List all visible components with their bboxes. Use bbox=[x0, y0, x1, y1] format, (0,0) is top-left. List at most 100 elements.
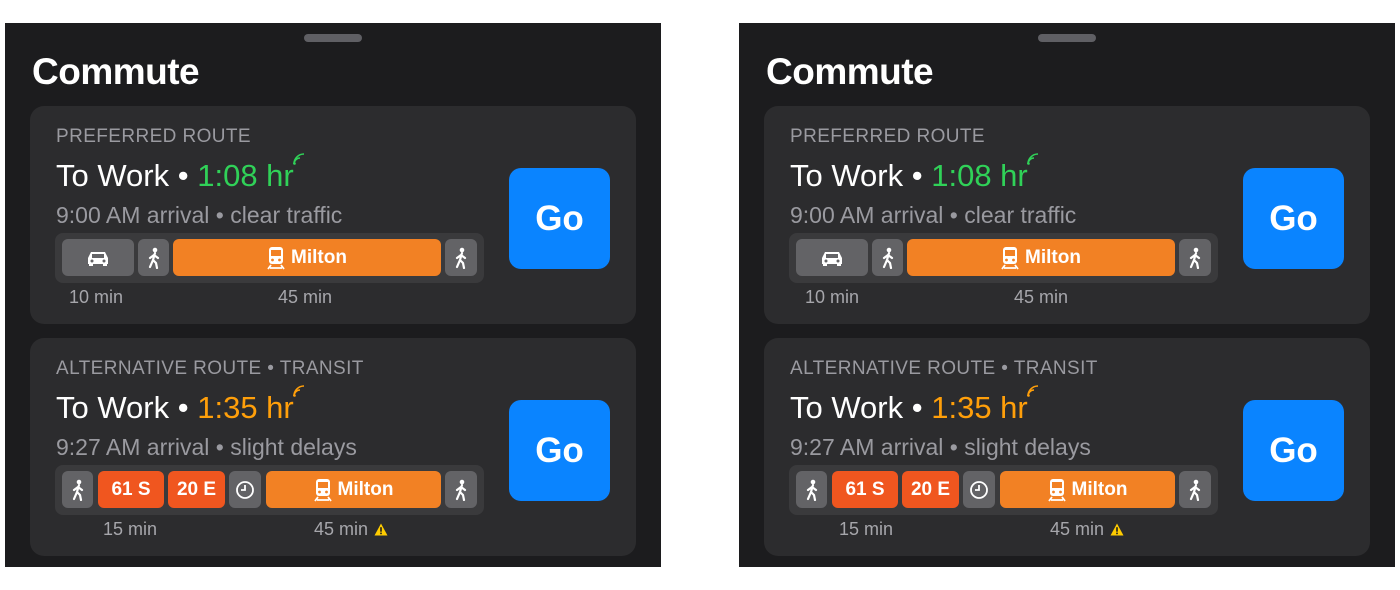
clock-icon bbox=[970, 480, 988, 499]
preferred-route-card[interactable]: PREFERRED ROUTE To Work • 1:08 hr 9:00 A… bbox=[30, 106, 636, 324]
arrival-time: 9:00 AM arrival bbox=[790, 202, 944, 228]
live-traffic-icon bbox=[292, 153, 304, 165]
train-icon bbox=[1001, 246, 1019, 270]
arrival-time: 9:00 AM arrival bbox=[56, 202, 210, 228]
train-line-label: Milton bbox=[1025, 246, 1081, 268]
go-button[interactable]: Go bbox=[1243, 168, 1344, 269]
route-steps: 61 S 20 E Milton bbox=[789, 465, 1218, 515]
segment-duration: 45 min bbox=[278, 287, 333, 307]
traffic-condition: slight delays bbox=[964, 434, 1091, 460]
walk-icon bbox=[72, 479, 83, 501]
walk-icon bbox=[882, 247, 893, 269]
route-headline: To Work • 1:08 hr bbox=[790, 153, 1038, 194]
widget-title: Commute bbox=[766, 51, 934, 92]
train-segment: Milton bbox=[907, 239, 1175, 276]
bus-segment: 61 S bbox=[832, 471, 898, 508]
bus-segment: 20 E bbox=[902, 471, 959, 508]
traffic-condition: clear traffic bbox=[230, 202, 343, 228]
drag-handle[interactable] bbox=[304, 34, 362, 42]
live-traffic-icon bbox=[1026, 153, 1038, 165]
traffic-condition: slight delays bbox=[230, 434, 357, 460]
walk-segment bbox=[1179, 471, 1211, 508]
go-button[interactable]: Go bbox=[509, 400, 610, 501]
separator-dot: • bbox=[949, 202, 958, 228]
segment-duration: 45 min bbox=[1014, 287, 1069, 307]
walk-segment bbox=[138, 239, 169, 276]
destination: To Work bbox=[790, 390, 904, 425]
destination: To Work bbox=[790, 158, 904, 193]
route-steps: Milton bbox=[789, 233, 1218, 283]
train-segment: Milton bbox=[173, 239, 441, 276]
live-traffic-icon bbox=[1026, 385, 1038, 397]
commute-widget-left: Commute PREFERRED ROUTE To Work • 1:08 h… bbox=[5, 23, 661, 567]
destination: To Work bbox=[56, 158, 170, 193]
walk-icon bbox=[148, 247, 159, 269]
walk-icon bbox=[1189, 247, 1201, 269]
segment-duration: 10 min bbox=[69, 287, 124, 307]
drag-handle[interactable] bbox=[1038, 34, 1096, 42]
segment-duration: 15 min bbox=[839, 519, 894, 539]
separator-dot: • bbox=[177, 158, 189, 193]
go-button[interactable]: Go bbox=[1243, 400, 1344, 501]
route-label: PREFERRED ROUTE bbox=[56, 126, 251, 147]
arrival-time: 9:27 AM arrival bbox=[56, 434, 210, 460]
arrival-info: 9:27 AM arrival • slight delays bbox=[790, 434, 1091, 461]
go-button[interactable]: Go bbox=[509, 168, 610, 269]
walk-icon bbox=[455, 479, 467, 501]
segment-duration: 45 min bbox=[314, 519, 388, 540]
live-traffic-icon bbox=[292, 385, 304, 397]
arrival-info: 9:00 AM arrival • clear traffic bbox=[790, 202, 1076, 229]
segment-duration: 15 min bbox=[103, 519, 158, 539]
route-label: ALTERNATIVE ROUTE • TRANSIT bbox=[790, 358, 1098, 379]
route-steps: Milton bbox=[55, 233, 484, 283]
route-headline: To Work • 1:35 hr bbox=[56, 385, 304, 426]
route-label: ALTERNATIVE ROUTE • TRANSIT bbox=[56, 358, 364, 379]
train-icon bbox=[1047, 478, 1066, 502]
wait-segment bbox=[963, 471, 995, 508]
walk-icon bbox=[1189, 479, 1201, 501]
train-segment: Milton bbox=[266, 471, 441, 508]
preferred-route-card[interactable]: PREFERRED ROUTE To Work • 1:08 hr 9:00 A… bbox=[764, 106, 1370, 324]
walk-segment bbox=[796, 471, 827, 508]
separator-dot: • bbox=[911, 158, 923, 193]
destination: To Work bbox=[56, 390, 170, 425]
walk-segment bbox=[445, 471, 477, 508]
car-icon bbox=[822, 251, 842, 266]
walk-segment bbox=[445, 239, 477, 276]
walk-segment bbox=[62, 471, 93, 508]
alternative-route-card[interactable]: ALTERNATIVE ROUTE • TRANSIT To Work • 1:… bbox=[764, 338, 1370, 556]
warning-icon bbox=[374, 523, 388, 536]
segment-duration: 45 min bbox=[1050, 519, 1124, 540]
eta: 1:35 hr bbox=[931, 385, 1038, 425]
separator-dot: • bbox=[949, 434, 958, 460]
walk-icon bbox=[455, 247, 467, 269]
bus-segment: 61 S bbox=[98, 471, 164, 508]
segment-duration: 10 min bbox=[805, 287, 860, 307]
arrival-info: 9:00 AM arrival • clear traffic bbox=[56, 202, 342, 229]
warning-icon bbox=[1110, 523, 1124, 536]
route-headline: To Work • 1:35 hr bbox=[790, 385, 1038, 426]
separator-dot: • bbox=[215, 434, 224, 460]
car-icon bbox=[88, 251, 108, 266]
route-label: PREFERRED ROUTE bbox=[790, 126, 985, 147]
car-segment bbox=[62, 239, 134, 276]
route-headline: To Work • 1:08 hr bbox=[56, 153, 304, 194]
eta: 1:08 hr bbox=[931, 153, 1038, 193]
alternative-route-card[interactable]: ALTERNATIVE ROUTE • TRANSIT To Work • 1:… bbox=[30, 338, 636, 556]
wait-segment bbox=[229, 471, 261, 508]
eta: 1:08 hr bbox=[197, 153, 304, 193]
commute-widget-right: Commute PREFERRED ROUTE To Work • 1:08 h… bbox=[739, 23, 1395, 567]
train-icon bbox=[267, 246, 285, 270]
separator-dot: • bbox=[911, 390, 923, 425]
separator-dot: • bbox=[215, 202, 224, 228]
clock-icon bbox=[236, 480, 254, 499]
train-line-label: Milton bbox=[291, 246, 347, 268]
walk-segment bbox=[1179, 239, 1211, 276]
arrival-time: 9:27 AM arrival bbox=[790, 434, 944, 460]
bus-segment: 20 E bbox=[168, 471, 225, 508]
widget-title: Commute bbox=[32, 51, 200, 92]
walk-icon bbox=[806, 479, 817, 501]
train-line-label: Milton bbox=[337, 478, 394, 500]
train-segment: Milton bbox=[1000, 471, 1175, 508]
eta: 1:35 hr bbox=[197, 385, 304, 425]
